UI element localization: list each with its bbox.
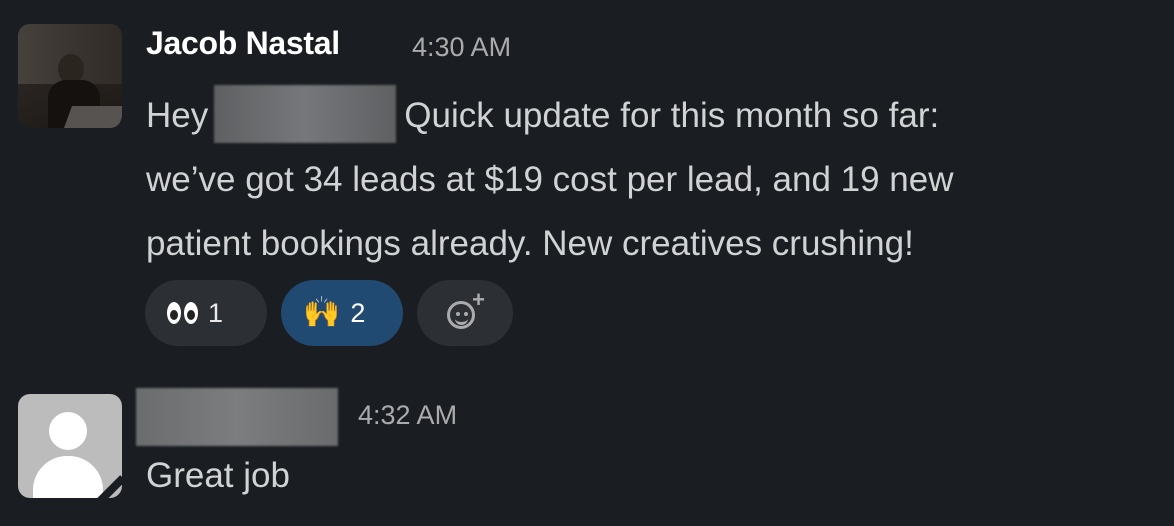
message-line-2: we’ve got 34 leads at $19 cost per lead,…	[146, 160, 954, 199]
message-line-1: Hey Quick update for this month so far:	[146, 84, 1156, 148]
default-avatar-head	[49, 412, 87, 450]
message-line-1-start: Hey	[146, 96, 209, 135]
avatar[interactable]	[18, 24, 122, 128]
default-avatar-body	[33, 456, 103, 498]
redacted-author-name	[136, 388, 338, 446]
message-reply: 4:32 AM Great job	[0, 370, 1174, 526]
message-timestamp[interactable]: 4:32 AM	[358, 400, 457, 431]
message-timestamp[interactable]: 4:30 AM	[412, 32, 511, 63]
message-text: Great job	[146, 456, 290, 495]
reaction-count: 1	[208, 297, 224, 328]
redacted-mention	[214, 85, 397, 143]
avatar-desk	[63, 106, 122, 128]
reaction-bar: 1 🙌 2 +	[145, 280, 513, 346]
avatar[interactable]	[18, 394, 122, 498]
message-line-3: patient bookings already. New creatives …	[146, 224, 914, 263]
add-reaction-button[interactable]: +	[417, 280, 513, 346]
author-name[interactable]: Jacob Nastal	[146, 25, 340, 62]
eyes-icon	[167, 302, 198, 324]
raised-hands-icon: 🙌	[303, 296, 341, 329]
message-text: Hey Quick update for this month so far: w…	[146, 84, 1156, 276]
reaction-count: 2	[350, 297, 366, 328]
message-jacob: Jacob Nastal 4:30 AM Hey Quick update for…	[0, 0, 1174, 370]
reaction-raised-hands[interactable]: 🙌 2	[281, 280, 403, 346]
message-line-1-end: Quick update for this month so far:	[404, 96, 940, 135]
reaction-eyes[interactable]: 1	[145, 280, 267, 346]
add-reaction-icon: +	[445, 289, 485, 333]
